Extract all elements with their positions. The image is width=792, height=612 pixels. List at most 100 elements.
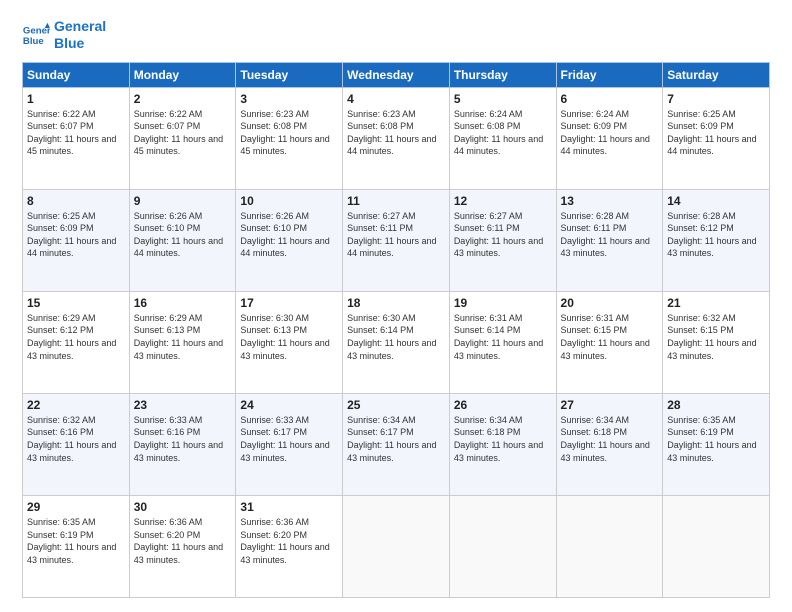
calendar-week-row: 8Sunrise: 6:25 AMSunset: 6:09 PMDaylight… xyxy=(23,189,770,291)
calendar-day-cell: 28 Sunrise: 6:35 AMSunset: 6:19 PMDayligh… xyxy=(663,393,770,495)
day-number: 31 xyxy=(240,500,338,514)
calendar-day-cell: 19Sunrise: 6:31 AMSunset: 6:14 PMDayligh… xyxy=(449,291,556,393)
day-info: Sunrise: 6:32 AMSunset: 6:16 PMDaylight:… xyxy=(27,414,125,464)
logo-text: General Blue xyxy=(54,18,106,52)
day-info: Sunrise: 6:23 AMSunset: 6:08 PMDaylight:… xyxy=(240,108,338,158)
day-info: Sunrise: 6:24 AMSunset: 6:09 PMDaylight:… xyxy=(561,108,659,158)
calendar-day-cell: 31 Sunrise: 6:36 AMSunset: 6:20 PMDayligh… xyxy=(236,495,343,597)
day-info: Sunrise: 6:30 AMSunset: 6:13 PMDaylight:… xyxy=(240,312,338,362)
calendar-day-cell: 3 Sunrise: 6:23 AMSunset: 6:08 PMDaylight… xyxy=(236,87,343,189)
day-info: Sunrise: 6:35 AMSunset: 6:19 PMDaylight:… xyxy=(667,414,765,464)
day-number: 25 xyxy=(347,398,445,412)
day-number: 3 xyxy=(240,92,338,106)
logo-icon: General Blue xyxy=(22,21,50,49)
day-info: Sunrise: 6:26 AMSunset: 6:10 PMDaylight:… xyxy=(134,210,232,260)
calendar-day-cell: 5 Sunrise: 6:24 AMSunset: 6:08 PMDaylight… xyxy=(449,87,556,189)
calendar-day-cell: 29Sunrise: 6:35 AMSunset: 6:19 PMDayligh… xyxy=(23,495,130,597)
calendar-week-row: 15 Sunrise: 6:29 AMSunset: 6:12 PMDayligh… xyxy=(23,291,770,393)
day-info: Sunrise: 6:24 AMSunset: 6:08 PMDaylight:… xyxy=(454,108,552,158)
calendar-day-cell: 22 Sunrise: 6:32 AMSunset: 6:16 PMDayligh… xyxy=(23,393,130,495)
calendar-day-cell: 17Sunrise: 6:30 AMSunset: 6:13 PMDayligh… xyxy=(236,291,343,393)
day-info: Sunrise: 6:27 AMSunset: 6:11 PMDaylight:… xyxy=(454,210,552,260)
day-number: 15 xyxy=(27,296,125,310)
calendar-week-row: 1Sunrise: 6:22 AMSunset: 6:07 PMDaylight… xyxy=(23,87,770,189)
day-info: Sunrise: 6:35 AMSunset: 6:19 PMDaylight:… xyxy=(27,516,125,566)
day-info: Sunrise: 6:34 AMSunset: 6:18 PMDaylight:… xyxy=(454,414,552,464)
day-number: 16 xyxy=(134,296,232,310)
day-number: 20 xyxy=(561,296,659,310)
day-number: 9 xyxy=(134,194,232,208)
calendar-day-cell: 7 Sunrise: 6:25 AMSunset: 6:09 PMDaylight… xyxy=(663,87,770,189)
day-number: 8 xyxy=(27,194,125,208)
calendar-day-header: Wednesday xyxy=(343,62,450,87)
day-info: Sunrise: 6:31 AMSunset: 6:14 PMDaylight:… xyxy=(454,312,552,362)
day-number: 28 xyxy=(667,398,765,412)
day-info: Sunrise: 6:25 AMSunset: 6:09 PMDaylight:… xyxy=(667,108,765,158)
day-info: Sunrise: 6:28 AMSunset: 6:12 PMDaylight:… xyxy=(667,210,765,260)
calendar-day-cell: 10Sunrise: 6:26 AMSunset: 6:10 PMDayligh… xyxy=(236,189,343,291)
page: General Blue General Blue SundayMondayTu… xyxy=(0,0,792,612)
calendar-day-cell: 25 Sunrise: 6:34 AMSunset: 6:17 PMDayligh… xyxy=(343,393,450,495)
calendar-day-header: Tuesday xyxy=(236,62,343,87)
calendar-day-cell: 21 Sunrise: 6:32 AMSunset: 6:15 PMDayligh… xyxy=(663,291,770,393)
calendar-day-cell: 30 Sunrise: 6:36 AMSunset: 6:20 PMDayligh… xyxy=(129,495,236,597)
calendar-day-cell: 9 Sunrise: 6:26 AMSunset: 6:10 PMDaylight… xyxy=(129,189,236,291)
day-info: Sunrise: 6:32 AMSunset: 6:15 PMDaylight:… xyxy=(667,312,765,362)
calendar-day-cell xyxy=(556,495,663,597)
calendar-table: SundayMondayTuesdayWednesdayThursdayFrid… xyxy=(22,62,770,598)
calendar-day-header: Sunday xyxy=(23,62,130,87)
day-number: 13 xyxy=(561,194,659,208)
day-number: 6 xyxy=(561,92,659,106)
day-info: Sunrise: 6:33 AMSunset: 6:17 PMDaylight:… xyxy=(240,414,338,464)
calendar-day-cell: 15 Sunrise: 6:29 AMSunset: 6:12 PMDayligh… xyxy=(23,291,130,393)
day-number: 22 xyxy=(27,398,125,412)
calendar-day-cell xyxy=(343,495,450,597)
day-number: 10 xyxy=(240,194,338,208)
calendar-day-cell: 20 Sunrise: 6:31 AMSunset: 6:15 PMDayligh… xyxy=(556,291,663,393)
calendar-day-header: Saturday xyxy=(663,62,770,87)
calendar-day-cell xyxy=(449,495,556,597)
day-info: Sunrise: 6:29 AMSunset: 6:13 PMDaylight:… xyxy=(134,312,232,362)
day-info: Sunrise: 6:36 AMSunset: 6:20 PMDaylight:… xyxy=(240,516,338,566)
day-number: 14 xyxy=(667,194,765,208)
calendar-day-cell: 18Sunrise: 6:30 AMSunset: 6:14 PMDayligh… xyxy=(343,291,450,393)
calendar-header-row: SundayMondayTuesdayWednesdayThursdayFrid… xyxy=(23,62,770,87)
calendar-day-cell: 14 Sunrise: 6:28 AMSunset: 6:12 PMDayligh… xyxy=(663,189,770,291)
day-info: Sunrise: 6:36 AMSunset: 6:20 PMDaylight:… xyxy=(134,516,232,566)
calendar-day-cell: 1Sunrise: 6:22 AMSunset: 6:07 PMDaylight… xyxy=(23,87,130,189)
calendar-day-cell: 23Sunrise: 6:33 AMSunset: 6:16 PMDayligh… xyxy=(129,393,236,495)
day-number: 7 xyxy=(667,92,765,106)
calendar-day-header: Thursday xyxy=(449,62,556,87)
logo-general: General xyxy=(54,18,106,35)
calendar-day-cell: 11 Sunrise: 6:27 AMSunset: 6:11 PMDayligh… xyxy=(343,189,450,291)
day-number: 11 xyxy=(347,194,445,208)
day-number: 30 xyxy=(134,500,232,514)
calendar-day-cell: 26 Sunrise: 6:34 AMSunset: 6:18 PMDayligh… xyxy=(449,393,556,495)
calendar-day-cell: 16 Sunrise: 6:29 AMSunset: 6:13 PMDayligh… xyxy=(129,291,236,393)
day-number: 21 xyxy=(667,296,765,310)
day-info: Sunrise: 6:34 AMSunset: 6:17 PMDaylight:… xyxy=(347,414,445,464)
day-number: 23 xyxy=(134,398,232,412)
header: General Blue General Blue xyxy=(22,18,770,52)
calendar-day-cell xyxy=(663,495,770,597)
day-number: 2 xyxy=(134,92,232,106)
day-info: Sunrise: 6:30 AMSunset: 6:14 PMDaylight:… xyxy=(347,312,445,362)
day-number: 5 xyxy=(454,92,552,106)
day-number: 26 xyxy=(454,398,552,412)
logo: General Blue General Blue xyxy=(22,18,106,52)
calendar-day-cell: 8Sunrise: 6:25 AMSunset: 6:09 PMDaylight… xyxy=(23,189,130,291)
day-number: 24 xyxy=(240,398,338,412)
day-info: Sunrise: 6:29 AMSunset: 6:12 PMDaylight:… xyxy=(27,312,125,362)
calendar-day-cell: 6 Sunrise: 6:24 AMSunset: 6:09 PMDaylight… xyxy=(556,87,663,189)
calendar-day-header: Monday xyxy=(129,62,236,87)
day-info: Sunrise: 6:31 AMSunset: 6:15 PMDaylight:… xyxy=(561,312,659,362)
day-number: 27 xyxy=(561,398,659,412)
calendar-day-cell: 27 Sunrise: 6:34 AMSunset: 6:18 PMDayligh… xyxy=(556,393,663,495)
day-info: Sunrise: 6:22 AMSunset: 6:07 PMDaylight:… xyxy=(134,108,232,158)
calendar-day-cell: 12Sunrise: 6:27 AMSunset: 6:11 PMDayligh… xyxy=(449,189,556,291)
calendar-week-row: 22 Sunrise: 6:32 AMSunset: 6:16 PMDayligh… xyxy=(23,393,770,495)
day-number: 4 xyxy=(347,92,445,106)
day-info: Sunrise: 6:28 AMSunset: 6:11 PMDaylight:… xyxy=(561,210,659,260)
day-info: Sunrise: 6:27 AMSunset: 6:11 PMDaylight:… xyxy=(347,210,445,260)
day-info: Sunrise: 6:34 AMSunset: 6:18 PMDaylight:… xyxy=(561,414,659,464)
